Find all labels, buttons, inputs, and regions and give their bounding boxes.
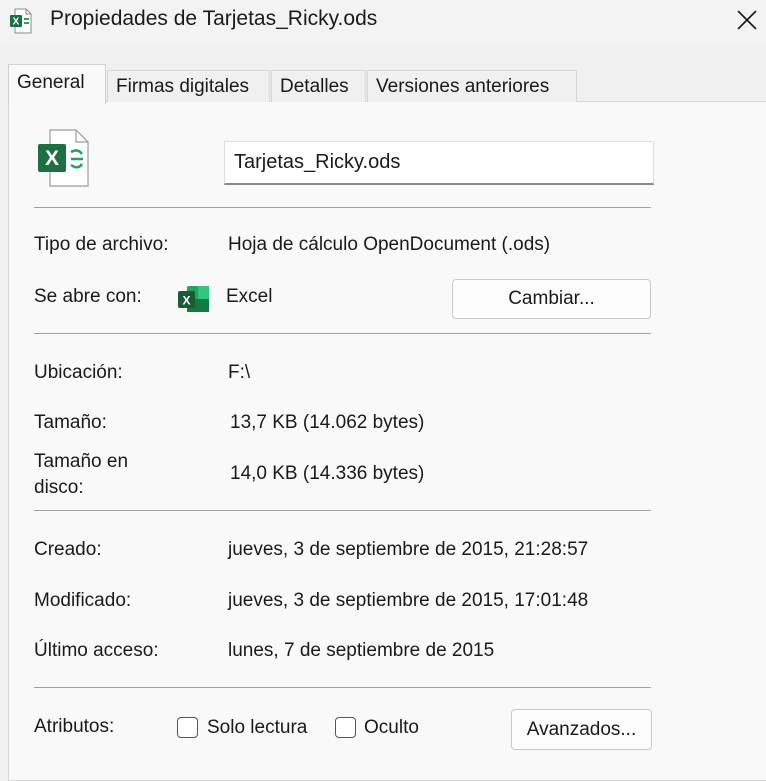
hidden-checkbox[interactable] — [335, 717, 356, 738]
readonly-checkbox[interactable] — [177, 717, 198, 738]
separator — [34, 687, 651, 688]
tab-details[interactable]: Detalles — [271, 70, 366, 102]
close-icon — [737, 10, 757, 30]
modified-label: Modificado: — [34, 590, 132, 611]
tab-general[interactable]: General — [8, 64, 106, 104]
hidden-label[interactable]: Oculto — [364, 717, 419, 739]
location-label: Ubicación: — [34, 362, 123, 383]
accessed-value: lunes, 7 de septiembre de 2015 — [228, 640, 495, 661]
opens-with-label: Se abre con: — [34, 286, 142, 307]
close-button[interactable] — [728, 2, 766, 38]
file-type-value: Hoja de cálculo OpenDocument (.ods) — [228, 234, 551, 255]
readonly-label[interactable]: Solo lectura — [207, 717, 307, 739]
opens-with-app: Excel — [226, 286, 273, 307]
accessed-label: Último acceso: — [34, 640, 159, 661]
size-on-disk-value: 14,0 KB (14.336 bytes) — [230, 463, 425, 484]
svg-text:X: X — [13, 17, 20, 28]
separator — [34, 207, 651, 208]
general-panel — [8, 101, 766, 781]
separator — [34, 510, 651, 511]
created-value: jueves, 3 de septiembre de 2015, 21:28:5… — [228, 539, 589, 560]
separator — [34, 333, 651, 334]
file-name-input[interactable] — [224, 141, 654, 185]
excel-file-icon: X — [10, 8, 32, 34]
window-title: Propiedades de Tarjetas_Ricky.ods — [50, 7, 378, 30]
change-button[interactable]: Cambiar... — [452, 279, 651, 319]
svg-text:X: X — [45, 147, 59, 170]
modified-value: jueves, 3 de septiembre de 2015, 17:01:4… — [228, 590, 589, 611]
file-type-label: Tipo de archivo: — [34, 234, 169, 255]
tab-digital-signatures[interactable]: Firmas digitales — [107, 70, 270, 102]
advanced-button[interactable]: Avanzados... — [511, 709, 652, 750]
size-value: 13,7 KB (14.062 bytes) — [230, 412, 425, 433]
size-on-disk-label-line1: Tamaño en — [34, 451, 129, 472]
size-label: Tamaño: — [34, 412, 107, 433]
created-label: Creado: — [34, 539, 102, 560]
tab-previous-versions[interactable]: Versiones anteriores — [367, 70, 577, 102]
size-on-disk-label-line2: disco: — [34, 477, 84, 498]
excel-document-icon: X — [38, 129, 89, 187]
title-bar: X Propiedades de Tarjetas_Ricky.ods — [0, 0, 766, 44]
location-value: F:\ — [228, 362, 251, 383]
excel-app-icon: X — [178, 286, 209, 312]
attributes-label: Atributos: — [34, 716, 115, 737]
svg-text:X: X — [182, 294, 190, 308]
